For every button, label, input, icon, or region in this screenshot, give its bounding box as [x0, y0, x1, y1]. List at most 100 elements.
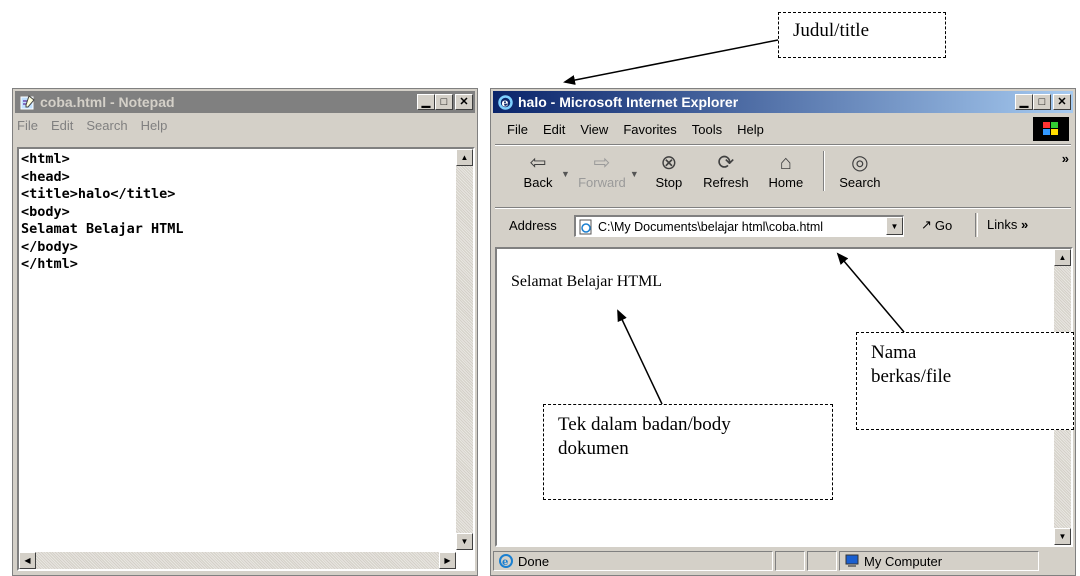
code-line: </body>: [21, 238, 78, 255]
go-button[interactable]: ↗ Go: [921, 217, 952, 233]
home-button[interactable]: ⌂ Home: [759, 151, 813, 190]
close-icon: ✕: [1057, 95, 1067, 108]
code-line: <head>: [21, 168, 70, 185]
back-dropdown-icon[interactable]: ▼: [561, 169, 570, 179]
close-button[interactable]: ✕: [455, 94, 473, 110]
back-button[interactable]: ⇦ Back: [517, 151, 559, 190]
scroll-up-button[interactable]: ▲: [1054, 249, 1071, 266]
code-line: Selamat Belajar HTML: [21, 221, 184, 237]
ie-logo-icon: e: [497, 94, 514, 111]
menu-file[interactable]: File: [17, 118, 38, 133]
stop-icon: ⊗: [660, 152, 678, 174]
down-arrow-icon: ▼: [460, 537, 469, 546]
back-label: Back: [523, 175, 553, 190]
callout-body-line: Tek dalam badan/body: [558, 414, 731, 435]
right-arrow-icon: ▶: [444, 556, 451, 565]
refresh-icon: ⟳: [717, 152, 735, 174]
menu-divider: [495, 144, 1071, 146]
home-label: Home: [768, 175, 804, 190]
callout-file-line: Nama: [871, 342, 917, 363]
maximize-icon: □: [440, 95, 448, 108]
minimize-button[interactable]: ▁: [417, 94, 435, 110]
status-text-cell: e Done: [493, 551, 773, 571]
address-bar: Address C:\My Documents\belajar html\cob…: [497, 213, 1071, 241]
ie-toolbar: ⇦ Back ▼ ⇨ Forward ▼ ⊗ Stop ⟳ Refresh ⌂ …: [517, 151, 1069, 191]
menu-favorites[interactable]: Favorites: [623, 122, 676, 137]
svg-text:e: e: [502, 96, 509, 109]
title-arrow: [563, 39, 779, 85]
callout-title-text: Judul/title: [793, 20, 869, 41]
callout-title: Judul/title: [778, 12, 946, 58]
menu-help[interactable]: Help: [737, 122, 764, 137]
computer-icon: [844, 553, 860, 569]
links-button[interactable]: Links »: [987, 217, 1028, 232]
status-cell-empty: [807, 551, 837, 571]
go-label: Go: [934, 217, 953, 233]
svg-text:e: e: [502, 557, 508, 568]
close-icon: ✕: [459, 95, 469, 108]
forward-button[interactable]: ⇨ Forward: [576, 151, 628, 190]
zone-cell: My Computer: [839, 551, 1039, 571]
menu-edit[interactable]: Edit: [543, 122, 565, 137]
refresh-button[interactable]: ⟳ Refresh: [695, 151, 757, 190]
zone-text: My Computer: [864, 553, 943, 569]
status-cell-empty: [775, 551, 805, 571]
address-input[interactable]: C:\My Documents\belajar html\coba.html ▼: [574, 215, 904, 237]
callout-file-name: Nama berkas/file: [856, 332, 1074, 430]
scroll-up-button[interactable]: ▲: [456, 149, 473, 166]
status-text: Done: [518, 553, 550, 569]
up-arrow-icon: ▲: [1058, 253, 1067, 262]
callout-file-line: berkas/file: [871, 366, 952, 387]
notepad-text-area[interactable]: <html> <head> <title>halo</title> <body> Sel…: [17, 147, 475, 571]
toolbar-separator: [822, 151, 825, 191]
scroll-down-button[interactable]: ▼: [456, 533, 473, 550]
back-arrow-icon: ⇦: [529, 152, 547, 174]
up-arrow-icon: ▲: [460, 153, 469, 162]
notepad-vertical-scrollbar[interactable]: ▲ ▼: [456, 149, 473, 550]
close-button[interactable]: ✕: [1053, 94, 1071, 110]
search-icon: ◎: [851, 152, 869, 174]
notepad-icon: [19, 94, 36, 111]
status-ie-icon: e: [498, 553, 514, 569]
ie-status-bar: e Done My Computer: [493, 551, 1073, 573]
menu-file[interactable]: File: [507, 122, 528, 137]
stop-label: Stop: [655, 175, 683, 190]
maximize-button[interactable]: □: [1033, 94, 1051, 110]
notepad-window: coba.html - Notepad ▁ □ ✕ File Edit Sear…: [12, 88, 478, 576]
minimize-button[interactable]: ▁: [1015, 94, 1033, 110]
notepad-title-bar[interactable]: coba.html - Notepad ▁ □ ✕: [15, 91, 475, 113]
menu-view[interactable]: View: [580, 122, 608, 137]
links-separator: [975, 213, 978, 237]
notepad-menu-bar: File Edit Search Help: [17, 115, 180, 135]
menu-help[interactable]: Help: [141, 118, 168, 133]
windows-logo-icon: [1033, 117, 1069, 141]
menu-tools[interactable]: Tools: [692, 122, 722, 137]
code-content[interactable]: <html> <head> <title>halo</title> <body> Sel…: [19, 149, 473, 276]
search-label: Search: [839, 175, 881, 190]
maximize-button[interactable]: □: [435, 94, 453, 110]
go-arrow-icon: ↗: [921, 217, 932, 232]
code-line: </html>: [21, 256, 78, 272]
ie-title-bar[interactable]: e halo - Microsoft Internet Explorer ▁ □…: [493, 91, 1073, 113]
ie-menu-bar: File Edit View Favorites Tools Help: [507, 119, 777, 139]
address-dropdown-button[interactable]: ▼: [886, 217, 903, 235]
maximize-icon: □: [1038, 95, 1046, 108]
scroll-down-button[interactable]: ▼: [1054, 528, 1071, 545]
menu-edit[interactable]: Edit: [51, 118, 73, 133]
notepad-horizontal-scrollbar[interactable]: ◀ ▶: [19, 552, 456, 569]
scroll-right-button[interactable]: ▶: [439, 552, 456, 569]
code-line: <html>: [21, 151, 70, 167]
scroll-left-button[interactable]: ◀: [19, 552, 36, 569]
callout-body-line: dokumen: [558, 438, 629, 459]
callout-body-text: Tek dalam badan/body dokumen: [543, 404, 833, 500]
menu-search[interactable]: Search: [86, 118, 127, 133]
forward-dropdown-icon[interactable]: ▼: [630, 169, 639, 179]
minimize-icon: ▁: [421, 95, 431, 108]
forward-label: Forward: [578, 175, 626, 190]
toolbar-overflow-icon[interactable]: »: [1062, 151, 1069, 166]
toolbar-divider: [495, 207, 1071, 209]
down-arrow-icon: ▼: [1058, 532, 1067, 541]
stop-button[interactable]: ⊗ Stop: [645, 151, 693, 190]
search-button[interactable]: ◎ Search: [833, 151, 887, 190]
notepad-title: coba.html - Notepad: [40, 94, 175, 110]
